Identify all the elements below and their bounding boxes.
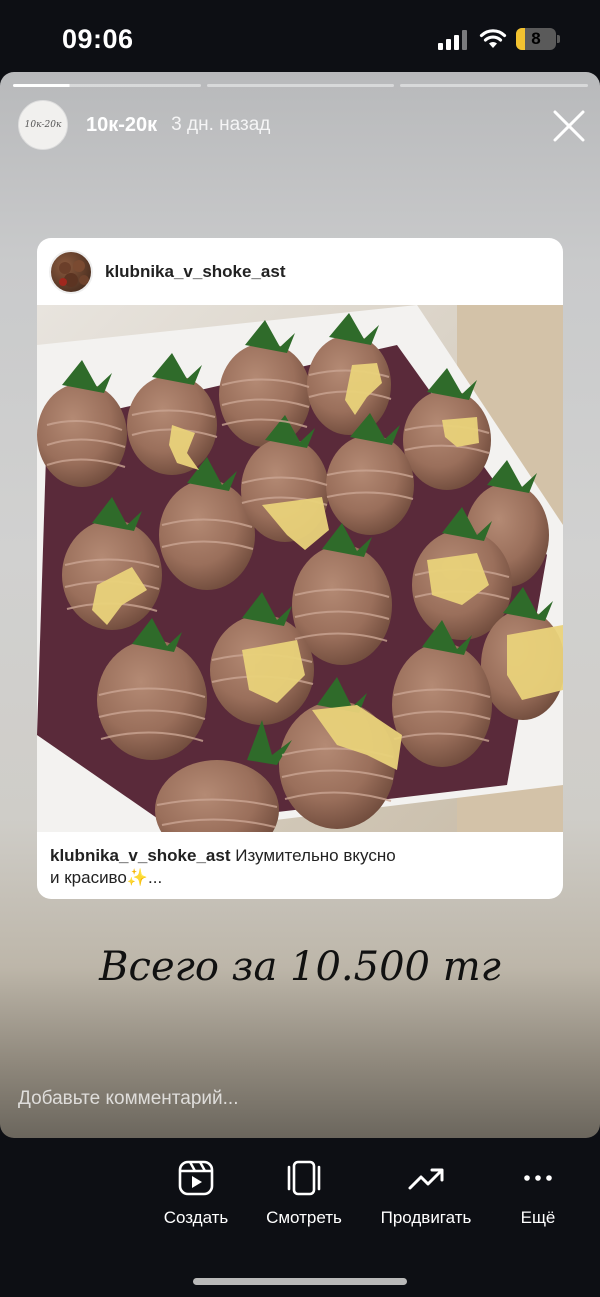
avatar-logo-text: 10к-20к	[24, 120, 62, 130]
story-username[interactable]: 10к-20к	[86, 114, 157, 137]
story-time-ago: 3 дн. назад	[171, 114, 271, 135]
post-username[interactable]: klubnika_v_shoke_ast	[105, 262, 285, 282]
close-icon[interactable]	[552, 109, 586, 143]
post-header: klubnika_v_shoke_ast	[37, 238, 563, 305]
progress-segment	[206, 84, 395, 87]
post-caption[interactable]: klubnika_v_shoke_ast Изумительно вкусно …	[50, 845, 550, 889]
promote-label: Продвигать	[380, 1208, 472, 1227]
create-label: Создать	[163, 1208, 229, 1227]
story-card[interactable]: 10к-20к 10к-20к 3 дн. назад klubnika_v_s…	[0, 72, 600, 1138]
caption-text-line2: и красиво✨...	[50, 868, 163, 887]
progress-segment	[400, 84, 589, 87]
more-label: Ещё	[520, 1208, 556, 1227]
post-avatar[interactable]	[49, 249, 93, 294]
comment-input[interactable]: Добавьте комментарий...	[18, 1088, 238, 1110]
promote-button[interactable]: Продвигать	[366, 1160, 486, 1228]
caption-text: Изумительно вкусно	[235, 846, 396, 865]
more-icon	[524, 1175, 552, 1181]
chocolate-strawberry-icon	[59, 259, 89, 287]
cellular-signal-icon	[438, 30, 467, 50]
promote-trend-icon	[408, 1168, 444, 1190]
progress-segment	[13, 84, 201, 87]
battery-level: 8	[531, 29, 541, 48]
story-header: 10к-20к 10к-20к 3 дн. назад	[18, 100, 270, 150]
caption-username[interactable]: klubnika_v_shoke_ast	[50, 846, 230, 865]
create-button[interactable]: Создать	[136, 1160, 256, 1228]
post-photo[interactable]	[37, 305, 563, 832]
shared-post[interactable]: klubnika_v_shoke_ast klubnika_v_shoke_as…	[37, 238, 563, 899]
wifi-icon	[479, 29, 507, 48]
story-avatar[interactable]: 10к-20к	[18, 100, 68, 150]
chocolate-strawberries-image	[37, 305, 563, 832]
status-bar: 09:06 8	[0, 0, 600, 72]
story-progress	[13, 84, 589, 87]
battery-icon: 8	[516, 28, 560, 50]
home-indicator[interactable]	[193, 1278, 407, 1285]
view-button[interactable]: Смотреть	[244, 1160, 364, 1228]
more-button[interactable]: Ещё	[478, 1160, 598, 1228]
status-time: 09:06	[62, 24, 134, 54]
price-text: Всего за 10.500 тг	[99, 944, 501, 990]
view-label: Смотреть	[266, 1208, 342, 1227]
create-reel-icon	[178, 1160, 214, 1196]
story-actions-bar: Создать Смотреть Продвигать Ещё	[0, 1160, 600, 1250]
view-icon	[287, 1160, 321, 1196]
